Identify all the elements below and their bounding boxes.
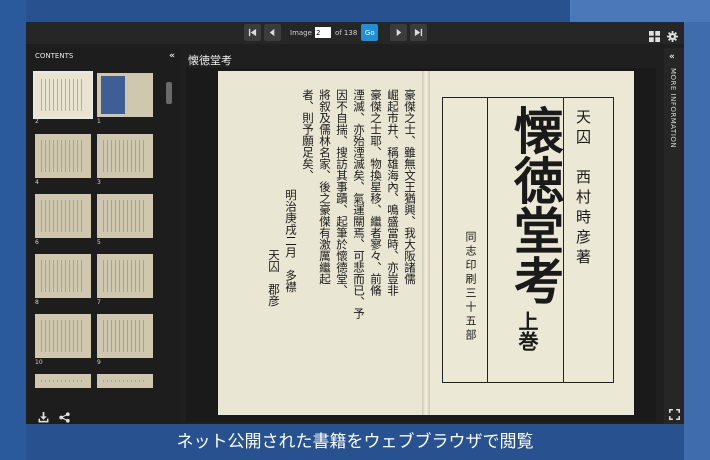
go-button[interactable]: Go: [361, 24, 379, 41]
last-page-button[interactable]: [410, 24, 428, 41]
skip-first-icon: [248, 28, 257, 37]
toolbar: Image of 138 Go: [26, 22, 684, 44]
thumbnail-number: 5: [97, 239, 101, 246]
thumbnail-image-3[interactable]: [97, 134, 153, 178]
thumbnail-image-12[interactable]: [35, 374, 91, 388]
more-information-label: MORE INFORMATION: [669, 68, 677, 149]
thumbnail-number: 9: [97, 359, 101, 366]
thumbnail-number: 4: [35, 179, 39, 186]
skip-last-icon: [415, 28, 423, 37]
contents-panel: CONTENTS « 2 1 4 3 6 5 8 7 10 9: [30, 48, 180, 424]
thumbnail-image-11[interactable]: [97, 374, 153, 388]
thumbnail-row: 2 1: [33, 71, 169, 131]
text-column: 豪傑之士、雖無文王猶興、我大阪諸儒: [403, 89, 417, 285]
image-number-input[interactable]: [314, 27, 331, 38]
book-spine: [422, 71, 430, 415]
thumbnail-image-2[interactable]: [33, 71, 93, 119]
thumbnail-image-1[interactable]: [97, 73, 153, 117]
first-page-button[interactable]: [244, 24, 261, 41]
background-left: [0, 0, 26, 460]
thumbnail-row: 8 7: [35, 254, 169, 312]
thumbnail-number: 10: [35, 359, 43, 366]
arrow-right-icon: [396, 28, 402, 37]
background-right: [684, 0, 710, 460]
thumbnail-image-10[interactable]: [35, 314, 91, 358]
thumbnail-image-4[interactable]: [35, 134, 91, 178]
thumbnail-number: 6: [35, 239, 39, 246]
thumbnail-number: 3: [97, 179, 101, 186]
toolbar-right: [642, 27, 678, 42]
page-viewport[interactable]: 豪傑之士、雖無文王猶興、我大阪諸儒 崛起市井、稱雄海內、鳴盛當時、亦豈非 豪傑之…: [186, 68, 656, 422]
more-information-panel[interactable]: « MORE INFORMATION: [664, 48, 684, 424]
thumbnail-image-9[interactable]: [97, 314, 153, 358]
gear-icon[interactable]: [667, 27, 678, 42]
footer-actions: [38, 408, 80, 423]
download-icon[interactable]: [38, 408, 49, 423]
text-column: 湮滅、亦殆湮滅矣、氣運關焉、可悲而已、予: [352, 89, 366, 319]
arrow-left-icon: [269, 28, 275, 37]
contents-title: CONTENTS: [35, 52, 74, 60]
thumbnail-row: 6 5: [35, 194, 169, 252]
image-total-label: of 138: [334, 28, 358, 37]
collapse-contents-icon[interactable]: «: [169, 51, 175, 61]
image-label: Image: [290, 28, 312, 37]
text-column: 天囚 郡彦: [267, 249, 281, 307]
thumbnail-image-5[interactable]: [97, 194, 153, 238]
thumbnail-number: 8: [35, 299, 39, 306]
text-column: 因不自揣、搜訪其事蹟、起筆於懷德堂、: [335, 89, 349, 296]
grid-view-icon[interactable]: [649, 27, 660, 42]
thumbnail-number: 1: [97, 118, 101, 125]
document-title: 懐徳堂考: [188, 54, 232, 67]
thumbnail-image-6[interactable]: [35, 194, 91, 238]
left-page: 豪傑之士、雖無文王猶興、我大阪諸儒 崛起市井、稱雄海內、鳴盛當時、亦豈非 豪傑之…: [218, 71, 426, 415]
text-column: 豪傑之士耶、物換星移、繼者寥々、前脩: [369, 89, 383, 296]
thumbnail-image-7[interactable]: [97, 254, 153, 298]
caption-text: ネット公開された書籍をウェブブラウザで閲覧: [176, 432, 534, 452]
left-page-text: 豪傑之士、雖無文王猶興、我大阪諸儒 崛起市井、稱雄海內、鳴盛當時、亦豈非 豪傑之…: [265, 89, 418, 319]
thumbnail-number: 2: [35, 118, 39, 125]
prev-page-button[interactable]: [264, 24, 281, 41]
fullscreen-icon[interactable]: [668, 405, 681, 421]
publisher-line: 同志印刷三十五部: [464, 231, 477, 343]
expand-more-info-icon[interactable]: «: [669, 52, 675, 62]
page-navigation: Image of 138 Go: [244, 24, 430, 41]
thumbnail-row: 10 9: [35, 314, 169, 372]
thumbnail-image-8[interactable]: [35, 254, 91, 298]
thumbnail-number: 7: [97, 299, 101, 306]
background-top-right: [570, 0, 710, 22]
volume-label: 上巻: [515, 311, 539, 351]
next-page-button[interactable]: [390, 24, 408, 41]
text-column: 將叙及儒林名家、後之豪傑有激厲繼起: [318, 89, 332, 285]
text-column: 崛起市井、稱雄海內、鳴盛當時、亦豈非: [386, 89, 400, 296]
cover-title: 懐徳堂考: [506, 105, 565, 305]
contents-header: CONTENTS «: [30, 48, 180, 64]
author-line: 天囚 西村時彦著: [574, 109, 592, 269]
thumbnail-row: 4 3: [35, 134, 169, 192]
text-column: 明治庚戌二月 多襟: [284, 189, 298, 293]
right-page: 天囚 西村時彦著 懐徳堂考 同志印刷三十五部 上巻: [426, 71, 634, 415]
book-viewer: Image of 138 Go CONTENTS «: [26, 22, 684, 424]
text-column: 者、則予願足矣、: [301, 89, 315, 181]
share-icon[interactable]: [59, 408, 70, 423]
